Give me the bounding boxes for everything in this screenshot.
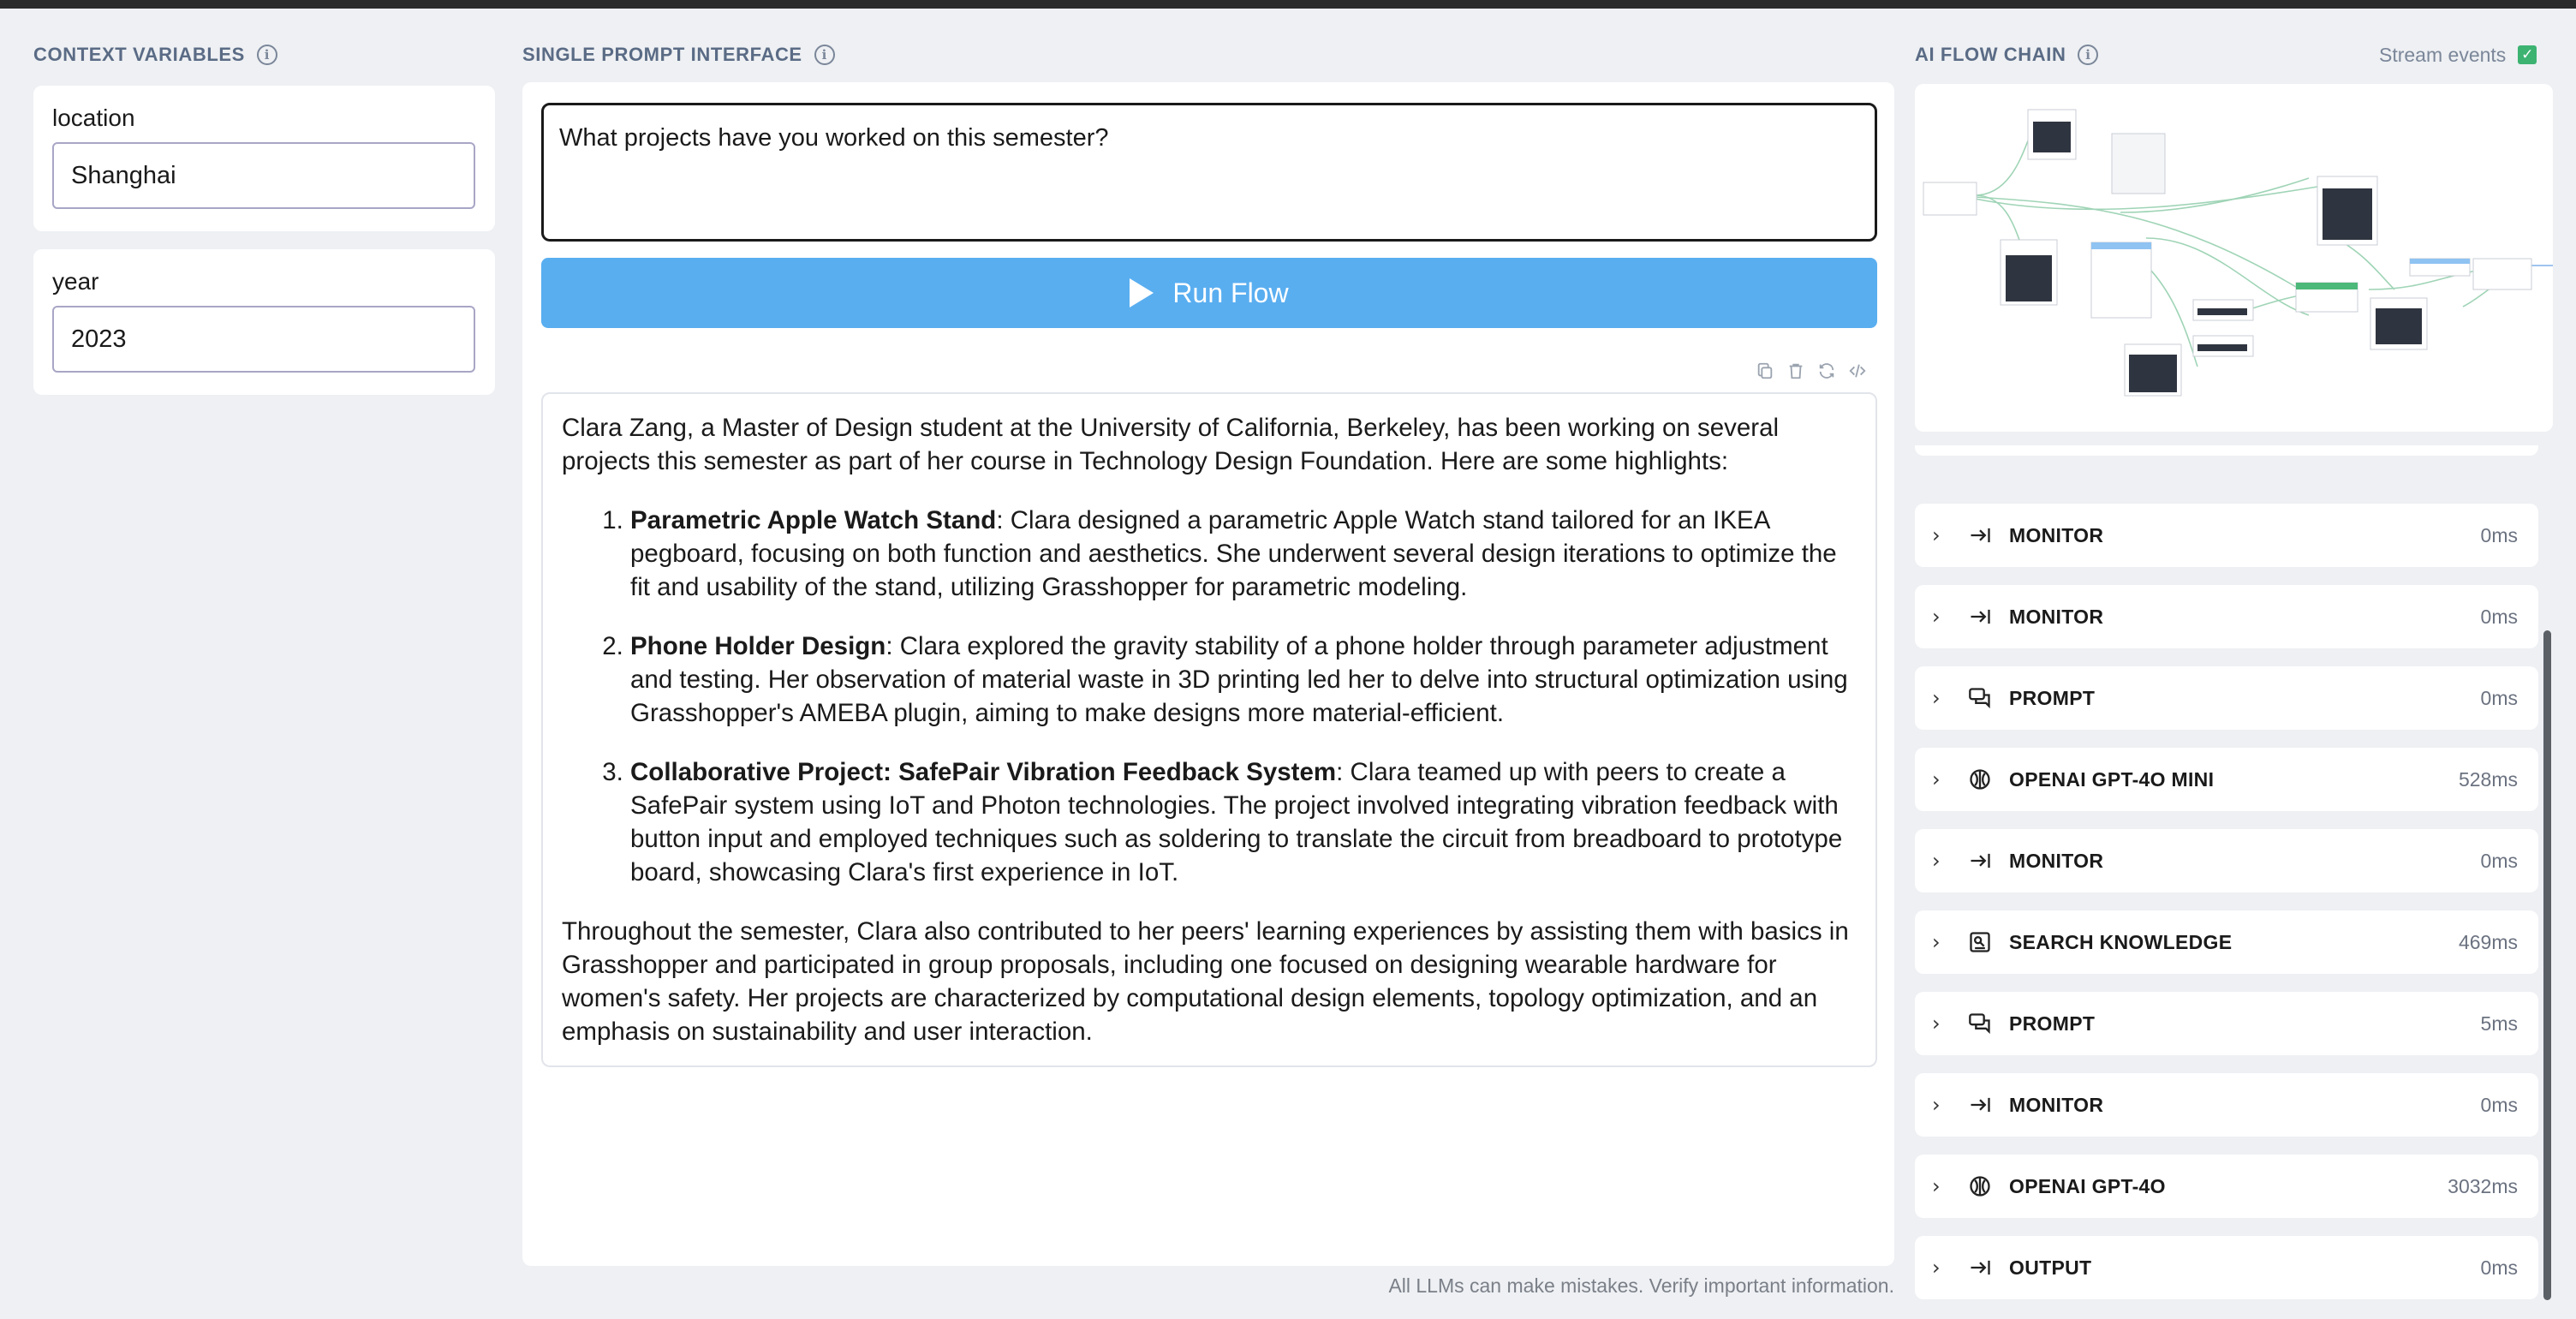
chevron-right-icon[interactable]: › <box>1932 523 1953 547</box>
response-list: Parametric Apple Watch Stand: Clara desi… <box>630 504 1857 889</box>
chain-item-time: 469ms <box>2458 930 2518 953</box>
prompt-interface-header: SINGLE PROMPT INTERFACE i <box>522 41 835 69</box>
openai-logo-icon <box>1968 767 1992 791</box>
flow-chain-header: AI FLOW CHAIN i <box>1915 41 2099 69</box>
chevron-right-icon[interactable]: › <box>1932 686 1953 710</box>
context-variables-title: CONTEXT VARIABLES <box>33 44 245 65</box>
chain-item-label: OPENAI GPT-4O MINI <box>2009 767 2215 791</box>
chevron-right-icon[interactable]: › <box>1932 1174 1953 1198</box>
chain-scrollbar[interactable] <box>2543 630 2551 1300</box>
arrow-to-line-icon <box>1968 605 1992 629</box>
play-icon <box>1130 278 1154 307</box>
chain-item-time: 0ms <box>2480 686 2518 709</box>
chain-item-time: 0ms <box>2480 1256 2518 1279</box>
variable-card-location: location <box>33 86 495 231</box>
chain-item-time: 5ms <box>2480 1012 2518 1035</box>
chevron-right-icon[interactable]: › <box>1932 930 1953 954</box>
chain-item-time: 0ms <box>2480 523 2518 546</box>
item-title: Collaborative Project: SafePair Vibratio… <box>630 758 1337 786</box>
chevron-right-icon[interactable]: › <box>1932 1093 1953 1117</box>
chain-item-time: 3032ms <box>2448 1174 2518 1197</box>
chain-item-output[interactable]: › OUTPUT 0ms <box>1915 1236 2538 1299</box>
chevron-right-icon[interactable]: › <box>1932 605 1953 629</box>
chain-item-prompt[interactable]: › PROMPT 0ms <box>1915 666 2538 730</box>
stream-events-checkbox[interactable]: ✓ <box>2518 45 2537 64</box>
chain-item-label: OPENAI GPT-4O <box>2009 1174 2166 1197</box>
arrow-to-line-icon <box>1968 523 1992 547</box>
info-icon[interactable]: i <box>814 45 835 65</box>
response-toolbar <box>1756 361 1867 380</box>
chain-item-label: MONITOR <box>2009 523 2104 546</box>
response-list-item: Parametric Apple Watch Stand: Clara desi… <box>630 504 1857 604</box>
arrow-to-line-icon <box>1968 1093 1992 1117</box>
trash-icon[interactable] <box>1786 361 1805 380</box>
knowledge-search-icon <box>1968 930 1992 954</box>
chain-item-monitor[interactable]: › MONITOR 0ms <box>1915 829 2538 892</box>
code-icon[interactable] <box>1848 361 1867 380</box>
flow-graph-canvas <box>1923 109 2553 397</box>
variable-label: year <box>52 268 99 295</box>
chain-item-time: 528ms <box>2458 767 2518 791</box>
prompt-interface-title: SINGLE PROMPT INTERFACE <box>522 44 802 65</box>
chain-item-label: MONITOR <box>2009 849 2104 872</box>
response-list-item: Phone Holder Design: Clara explored the … <box>630 630 1857 730</box>
chain-item-label: SEARCH KNOWLEDGE <box>2009 930 2233 953</box>
run-flow-label: Run Flow <box>1172 277 1289 308</box>
chain-item-openai-mini[interactable]: › OPENAI GPT-4O MINI 528ms <box>1915 748 2538 811</box>
chain-item-label: OUTPUT <box>2009 1256 2092 1279</box>
year-input[interactable] <box>52 306 475 373</box>
arrow-to-line-icon <box>1968 1256 1992 1280</box>
chain-item-monitor[interactable]: › MONITOR 0ms <box>1915 504 2538 567</box>
chain-item-time: 0ms <box>2480 849 2518 872</box>
flow-chain-list: › MONITOR 0ms › MONITOR 0ms › PROMPT 0ms… <box>1915 445 2538 1302</box>
flow-graph-preview[interactable] <box>1915 84 2553 432</box>
variable-label: location <box>52 104 135 131</box>
chain-item-search-knowledge[interactable]: › SEARCH KNOWLEDGE 469ms <box>1915 910 2538 974</box>
response-output: Clara Zang, a Master of Design student a… <box>541 392 1877 1067</box>
item-title: Phone Holder Design <box>630 632 886 660</box>
window-top-bar <box>0 0 2576 9</box>
chain-item-monitor[interactable]: › MONITOR 0ms <box>1915 1073 2538 1137</box>
refresh-icon[interactable] <box>1817 361 1836 380</box>
chevron-right-icon[interactable]: › <box>1932 1256 1953 1280</box>
stream-events-toggle[interactable]: Stream events ✓ <box>2379 41 2537 69</box>
context-variables-header: CONTEXT VARIABLES i <box>33 41 277 69</box>
item-title: Parametric Apple Watch Stand <box>630 506 997 534</box>
stream-events-label: Stream events <box>2379 43 2507 66</box>
arrow-to-line-icon <box>1968 849 1992 873</box>
flow-chain-title: AI FLOW CHAIN <box>1915 44 2066 65</box>
variable-card-year: year <box>33 249 495 395</box>
openai-logo-icon <box>1968 1174 1992 1198</box>
info-icon[interactable]: i <box>256 45 277 65</box>
chain-item-label: PROMPT <box>2009 686 2096 709</box>
chevron-right-icon[interactable]: › <box>1932 849 1953 873</box>
chat-bubbles-icon <box>1968 1012 1992 1036</box>
chain-item-openai[interactable]: › OPENAI GPT-4O 3032ms <box>1915 1155 2538 1218</box>
chain-item-label: MONITOR <box>2009 605 2104 628</box>
chain-item-partial[interactable] <box>1915 445 2538 456</box>
response-outro: Throughout the semester, Clara also cont… <box>562 917 1849 1046</box>
response-list-item: Collaborative Project: SafePair Vibratio… <box>630 755 1857 889</box>
response-intro: Clara Zang, a Master of Design student a… <box>562 414 1780 475</box>
chain-item-prompt[interactable]: › PROMPT 5ms <box>1915 992 2538 1055</box>
chain-item-monitor[interactable]: › MONITOR 0ms <box>1915 585 2538 648</box>
copy-icon[interactable] <box>1756 361 1774 380</box>
prompt-textarea[interactable]: What projects have you worked on this se… <box>541 103 1877 242</box>
chevron-right-icon[interactable]: › <box>1932 767 1953 791</box>
chain-item-label: PROMPT <box>2009 1012 2096 1035</box>
chain-item-time: 0ms <box>2480 605 2518 628</box>
info-icon[interactable]: i <box>2078 45 2099 65</box>
location-input[interactable] <box>52 142 475 209</box>
chevron-right-icon[interactable]: › <box>1932 1012 1953 1036</box>
chat-bubbles-icon <box>1968 686 1992 710</box>
chain-item-label: MONITOR <box>2009 1093 2104 1116</box>
chain-item-time: 0ms <box>2480 1093 2518 1116</box>
disclaimer-text: All LLMs can make mistakes. Verify impor… <box>1388 1274 1894 1297</box>
run-flow-button[interactable]: Run Flow <box>541 258 1877 328</box>
